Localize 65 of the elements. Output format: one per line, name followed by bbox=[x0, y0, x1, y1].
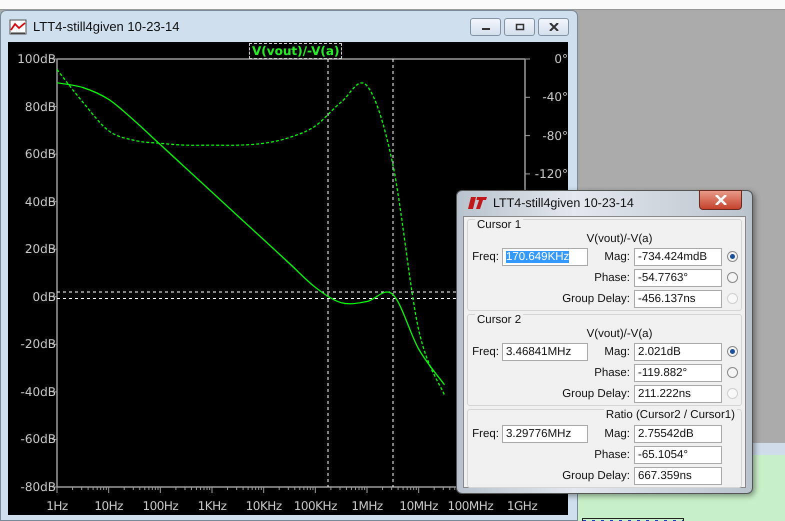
axis-label: 40dB bbox=[24, 194, 56, 210]
field-label: Freq: bbox=[471, 250, 500, 262]
group-legend: Ratio (Cursor2 / Cursor1) bbox=[604, 409, 737, 422]
axis-label: -120° bbox=[534, 166, 568, 182]
axis-label: -20dB bbox=[20, 336, 56, 352]
field-label: Freq: bbox=[471, 428, 500, 440]
value-field[interactable]: -119.882° bbox=[634, 364, 722, 382]
axis-label: 1MHz bbox=[351, 499, 383, 514]
axis-label: 20dB bbox=[24, 241, 56, 258]
minimize-button[interactable] bbox=[470, 18, 501, 36]
value-field[interactable]: 2.021dB bbox=[634, 342, 722, 360]
value-field[interactable]: -65.1054° bbox=[634, 446, 722, 464]
field-label: Group Delay: bbox=[561, 470, 631, 482]
field-label: Group Delay: bbox=[561, 292, 631, 304]
axis-label: -40dB bbox=[20, 384, 56, 400]
value-field[interactable]: 667.359ns bbox=[634, 466, 722, 484]
axis-label: 80dB bbox=[24, 98, 56, 115]
restore-icon bbox=[514, 22, 524, 30]
axis-label: 10KHz bbox=[246, 499, 282, 514]
radio-button[interactable] bbox=[726, 251, 738, 262]
axis-label: 100Hz bbox=[142, 499, 178, 514]
field-label: Mag: bbox=[603, 428, 631, 440]
axis-label: -60dB bbox=[20, 431, 56, 448]
cursor-line[interactable] bbox=[392, 58, 394, 488]
axis-label: 1KHz bbox=[198, 499, 226, 514]
field-label: Freq: bbox=[471, 346, 500, 358]
close-button[interactable] bbox=[538, 18, 569, 36]
axis-label: 60dB bbox=[24, 146, 56, 162]
axis-label: 1GHz bbox=[506, 499, 538, 514]
value-field[interactable]: 2.75542dB bbox=[634, 424, 722, 442]
trace-name: V(vout)/-V(a) bbox=[586, 328, 652, 341]
axis-label: 100dB bbox=[17, 51, 56, 67]
logo-icon bbox=[467, 197, 487, 209]
field-label: Phase: bbox=[593, 448, 631, 460]
chart-icon bbox=[9, 18, 27, 34]
window-title: LTT4-still4given 10-23-14 bbox=[33, 19, 180, 34]
frequency-field[interactable]: 3.46841MHz bbox=[502, 342, 588, 360]
field-label: Phase: bbox=[593, 272, 631, 284]
axis-label: 10MHz bbox=[399, 499, 438, 514]
frequency-field[interactable]: 3.29776MHz bbox=[502, 424, 588, 442]
trace-name: V(vout)/-V(a) bbox=[586, 233, 652, 246]
maximize-button[interactable] bbox=[504, 18, 535, 36]
axis-label: 1Hz bbox=[46, 499, 68, 514]
radio-button[interactable] bbox=[726, 367, 738, 378]
value-field[interactable]: -54.7763° bbox=[634, 268, 722, 286]
field-label: Mag: bbox=[603, 250, 631, 262]
close-button[interactable] bbox=[699, 190, 742, 210]
axis-label: 100MHz bbox=[448, 499, 494, 514]
field-label: Phase: bbox=[593, 366, 631, 378]
axis-label: -40° bbox=[541, 89, 568, 106]
radio-button[interactable] bbox=[726, 272, 738, 283]
axis-label: 0° bbox=[553, 51, 568, 67]
value-field[interactable]: -734.424mdB bbox=[634, 248, 722, 266]
axis-label: -80dB bbox=[20, 479, 56, 495]
dialog-title: LTT4-still4given 10-23-14 bbox=[493, 196, 634, 210]
close-icon bbox=[548, 22, 558, 30]
radio-button[interactable] bbox=[726, 346, 738, 357]
trace-label[interactable]: V(vout)/-V(a) bbox=[249, 43, 342, 59]
axis-label: 100KHz bbox=[294, 499, 337, 514]
close-icon bbox=[714, 195, 726, 205]
field-label: Group Delay: bbox=[561, 388, 631, 400]
axis-label: 10Hz bbox=[94, 499, 123, 514]
field-label: Mag: bbox=[603, 346, 631, 358]
axis-label: -80° bbox=[541, 128, 568, 144]
axis-label: 0dB bbox=[32, 288, 56, 305]
